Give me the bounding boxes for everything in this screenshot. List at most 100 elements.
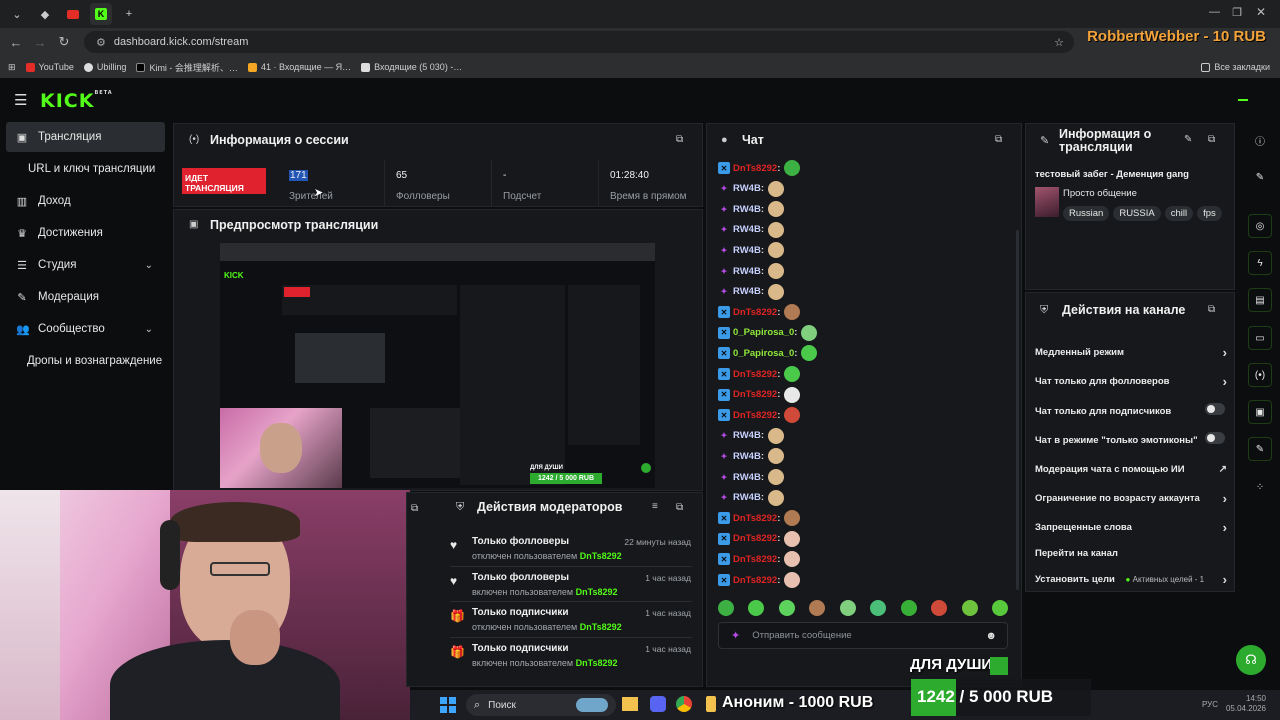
filter-icon[interactable]: ≡	[652, 501, 658, 512]
chat-username[interactable]: DnTs8292	[733, 513, 777, 524]
emote-icon[interactable]	[784, 551, 801, 568]
close-window-button[interactable]: ✕	[1256, 5, 1266, 19]
bookmark-star-icon[interactable]: ☆	[1054, 36, 1064, 49]
bookmark-yandex-mail[interactable]: 41 · Входящие — Я…	[247, 62, 351, 72]
tab-list-button[interactable]: ⌄	[6, 3, 28, 25]
tab-youtube[interactable]	[62, 3, 84, 25]
emote-icon[interactable]	[784, 407, 801, 424]
chat-username[interactable]: RW4B	[733, 266, 761, 277]
emote-icon[interactable]	[767, 283, 784, 300]
emote-icon[interactable]	[767, 221, 784, 238]
emote-only-toggle[interactable]	[1205, 432, 1225, 444]
reload-icon[interactable]: ↻	[52, 34, 76, 50]
emote-icon[interactable]	[767, 489, 784, 506]
screen-capture-icon[interactable]: ◎	[1248, 214, 1272, 238]
emote-icon[interactable]	[931, 600, 948, 616]
go-to-channel-row[interactable]: Перейти на канал	[1035, 548, 1225, 559]
chat-username[interactable]: DnTs8292	[733, 307, 777, 318]
site-info-icon[interactable]: ⚙	[96, 36, 106, 49]
new-tab-button[interactable]: +	[118, 3, 140, 25]
emote-icon[interactable]	[767, 448, 784, 465]
emote-icon[interactable]	[801, 324, 818, 341]
info-icon[interactable]: ⓘ	[1248, 128, 1272, 152]
chat-username[interactable]: RW4B	[733, 183, 761, 194]
clipboard-icon[interactable]: ▤	[1248, 288, 1272, 312]
mod-username[interactable]: DnTs8292	[576, 587, 618, 597]
kick-logo[interactable]: KICKBETA	[40, 90, 113, 112]
emote-icon[interactable]	[784, 366, 801, 382]
emote-icon[interactable]	[767, 201, 784, 218]
emote-icon[interactable]	[767, 427, 784, 444]
emote-icon[interactable]	[839, 600, 856, 616]
sidebar-item-studio[interactable]: ☰ Студия ⌄	[6, 250, 165, 280]
folder-icon[interactable]	[622, 697, 638, 711]
emote-icon[interactable]	[784, 530, 801, 547]
support-headset-icon[interactable]: ☊	[1236, 645, 1266, 675]
sidebar-item-achievements[interactable]: ♛ Достижения	[6, 218, 165, 248]
set-goals-row[interactable]: Установить цели ● Активных целей - 1 ›	[1035, 572, 1227, 587]
emote-icon[interactable]	[767, 242, 784, 259]
chat-username[interactable]: 0_Papirosa_0	[733, 327, 794, 338]
sidebar-item-income[interactable]: ▥ Доход	[6, 186, 165, 216]
chat-scrollbar[interactable]	[1016, 230, 1019, 590]
chat-username[interactable]: RW4B	[733, 224, 761, 235]
emote-icon[interactable]	[991, 600, 1008, 616]
mod-username[interactable]: DnTs8292	[576, 658, 618, 668]
emote-icon[interactable]	[809, 600, 826, 616]
windows-start-icon[interactable]	[440, 697, 456, 713]
app-icon[interactable]	[706, 696, 716, 712]
bookmark-ubilling[interactable]: Ubilling	[83, 62, 126, 72]
sidebar-item-broadcast[interactable]: ▣ Трансляция	[6, 122, 165, 152]
slow-mode-row[interactable]: Медленный режим ›	[1035, 345, 1227, 360]
subscribers-only-toggle[interactable]	[1205, 403, 1225, 415]
popout-icon[interactable]: ⧉	[676, 502, 683, 513]
account-age-row[interactable]: Ограничение по возрасту аккаунта ›	[1035, 491, 1227, 506]
emote-icon[interactable]	[784, 510, 801, 527]
back-icon[interactable]: ←	[4, 35, 28, 50]
emote-icon[interactable]	[784, 160, 801, 176]
emote-icon[interactable]	[767, 263, 784, 279]
tag[interactable]: fps	[1197, 206, 1222, 221]
apps-icon[interactable]: ⁘	[1248, 475, 1272, 499]
edit-icon[interactable]: ✎	[1184, 134, 1192, 145]
popout-icon[interactable]: ⧉	[411, 503, 418, 514]
chat-username[interactable]: DnTs8292	[733, 575, 777, 586]
emoji-icon[interactable]: ☻	[985, 630, 997, 642]
chat-username[interactable]: RW4B	[733, 430, 761, 441]
emote-icon[interactable]	[784, 386, 801, 403]
emote-icon[interactable]	[961, 600, 978, 616]
popout-icon[interactable]: ⧉	[1208, 304, 1215, 315]
sidebar-item-community[interactable]: 👥 Сообщество ⌄	[6, 314, 165, 344]
broadcast-icon[interactable]: (•)	[1248, 363, 1272, 387]
chat-username[interactable]: RW4B	[733, 204, 761, 215]
popout-icon[interactable]: ⧉	[995, 134, 1002, 145]
chat-input[interactable]: ✦ Отправить сообщение ☻	[718, 622, 1008, 649]
emote-icon[interactable]	[767, 180, 784, 197]
chat-username[interactable]: DnTs8292	[733, 533, 777, 544]
bookmark-inbox[interactable]: Входящие (5 030) -…	[361, 62, 462, 72]
followers-only-row[interactable]: Чат только для фолловеров ›	[1035, 374, 1227, 389]
edit-icon[interactable]: ✎	[1248, 165, 1272, 189]
tag[interactable]: Russian	[1063, 206, 1110, 221]
popout-icon[interactable]: ⧉	[1208, 134, 1215, 145]
emote-icon[interactable]	[784, 572, 801, 588]
emote-icon[interactable]	[767, 469, 784, 485]
category-thumbnail[interactable]	[1035, 187, 1059, 217]
chat-bubble-icon[interactable]: ▭	[1248, 326, 1272, 350]
emote-icon[interactable]	[784, 304, 801, 321]
bookmark-youtube[interactable]: YouTube	[25, 62, 74, 72]
terminal-icon[interactable]: ▣	[1248, 400, 1272, 424]
language-indicator[interactable]: РУС	[1202, 700, 1218, 709]
emote-icon[interactable]	[718, 600, 734, 616]
wrench-icon[interactable]: ✎	[1248, 437, 1272, 461]
all-bookmarks[interactable]: Все закладки	[1201, 62, 1270, 72]
hamburger-menu-icon[interactable]: ☰	[14, 91, 27, 109]
forward-icon[interactable]: →	[28, 35, 52, 50]
chat-username[interactable]: RW4B	[733, 286, 761, 297]
apps-icon[interactable]: ⊞	[8, 62, 16, 73]
lightning-icon[interactable]: ϟ	[1248, 251, 1272, 275]
discord-icon[interactable]	[650, 696, 666, 712]
popout-icon[interactable]: ⧉	[676, 134, 683, 145]
url-input[interactable]: ⚙ dashboard.kick.com/stream ☆	[84, 31, 1074, 53]
chat-username[interactable]: DnTs8292	[733, 163, 777, 174]
